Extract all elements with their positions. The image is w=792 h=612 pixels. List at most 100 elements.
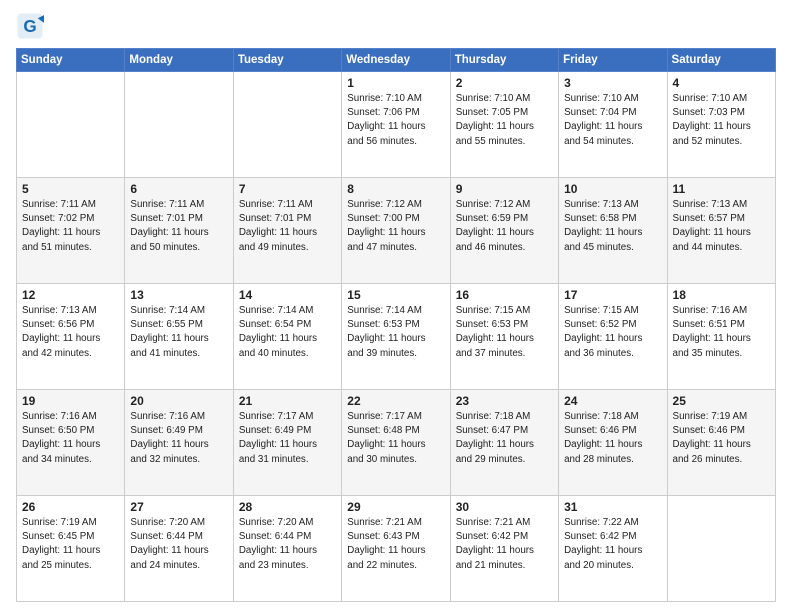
calendar-cell: 31 Sunrise: 7:22 AM Sunset: 6:42 PM Dayli… — [559, 496, 667, 602]
day-info: Sunrise: 7:18 AM Sunset: 6:47 PM Dayligh… — [456, 410, 553, 467]
calendar: SundayMondayTuesdayWednesdayThursdayFrid… — [16, 48, 776, 602]
day-info: Sunrise: 7:20 AM Sunset: 6:44 PM Dayligh… — [130, 516, 227, 573]
day-info: Sunrise: 7:12 AM Sunset: 6:59 PM Dayligh… — [456, 198, 553, 255]
weekday-header-thursday: Thursday — [450, 49, 558, 72]
calendar-cell: 10 Sunrise: 7:13 AM Sunset: 6:58 PM Dayli… — [559, 178, 667, 284]
calendar-cell: 1 Sunrise: 7:10 AM Sunset: 7:06 PM Daylig… — [342, 72, 450, 178]
logo: G — [16, 12, 48, 40]
day-number: 31 — [564, 500, 661, 514]
calendar-cell: 26Sunrise: 7:19 AM Sunset: 6:45 PM Dayli… — [17, 496, 125, 602]
day-number: 8 — [347, 182, 444, 196]
day-number: 6 — [130, 182, 227, 196]
day-number: 9 — [456, 182, 553, 196]
day-info: Sunrise: 7:10 AM Sunset: 7:04 PM Dayligh… — [564, 92, 661, 149]
calendar-cell: 2 Sunrise: 7:10 AM Sunset: 7:05 PM Daylig… — [450, 72, 558, 178]
day-number: 25 — [673, 394, 770, 408]
weekday-header-monday: Monday — [125, 49, 233, 72]
day-info: Sunrise: 7:10 AM Sunset: 7:05 PM Dayligh… — [456, 92, 553, 149]
day-info: Sunrise: 7:11 AM Sunset: 7:02 PM Dayligh… — [22, 198, 119, 255]
calendar-cell: 8 Sunrise: 7:12 AM Sunset: 7:00 PM Daylig… — [342, 178, 450, 284]
calendar-cell: 12 Sunrise: 7:13 AM Sunset: 6:56 PM Dayli… — [17, 284, 125, 390]
day-info: Sunrise: 7:19 AM Sunset: 6:45 PM Dayligh… — [22, 516, 119, 573]
calendar-cell: 18Sunrise: 7:16 AM Sunset: 6:51 PM Dayli… — [667, 284, 775, 390]
day-info: Sunrise: 7:15 AM Sunset: 6:52 PM Dayligh… — [564, 304, 661, 361]
calendar-cell: 15 Sunrise: 7:14 AM Sunset: 6:53 PM Dayli… — [342, 284, 450, 390]
weekday-header-saturday: Saturday — [667, 49, 775, 72]
day-info: Sunrise: 7:11 AM Sunset: 7:01 PM Dayligh… — [239, 198, 336, 255]
calendar-cell: 9 Sunrise: 7:12 AM Sunset: 6:59 PM Daylig… — [450, 178, 558, 284]
day-info: Sunrise: 7:16 AM Sunset: 6:49 PM Dayligh… — [130, 410, 227, 467]
day-info: Sunrise: 7:10 AM Sunset: 7:03 PM Dayligh… — [673, 92, 770, 149]
day-info: Sunrise: 7:21 AM Sunset: 6:43 PM Dayligh… — [347, 516, 444, 573]
day-number: 21 — [239, 394, 336, 408]
calendar-cell: 23Sunrise: 7:18 AM Sunset: 6:47 PM Dayli… — [450, 390, 558, 496]
calendar-cell: 19 Sunrise: 7:16 AM Sunset: 6:50 PM Dayli… — [17, 390, 125, 496]
day-info: Sunrise: 7:13 AM Sunset: 6:57 PM Dayligh… — [673, 198, 770, 255]
day-number: 5 — [22, 182, 119, 196]
weekday-header-sunday: Sunday — [17, 49, 125, 72]
calendar-cell: 24 Sunrise: 7:18 AM Sunset: 6:46 PM Dayli… — [559, 390, 667, 496]
calendar-cell: 4 Sunrise: 7:10 AM Sunset: 7:03 PM Daylig… — [667, 72, 775, 178]
day-info: Sunrise: 7:10 AM Sunset: 7:06 PM Dayligh… — [347, 92, 444, 149]
day-info: Sunrise: 7:22 AM Sunset: 6:42 PM Dayligh… — [564, 516, 661, 573]
day-number: 29 — [347, 500, 444, 514]
calendar-week-row: 5 Sunrise: 7:11 AM Sunset: 7:02 PM Daylig… — [17, 178, 776, 284]
day-info: Sunrise: 7:14 AM Sunset: 6:53 PM Dayligh… — [347, 304, 444, 361]
day-number: 7 — [239, 182, 336, 196]
calendar-cell: 28Sunrise: 7:20 AM Sunset: 6:44 PM Dayli… — [233, 496, 341, 602]
day-number: 19 — [22, 394, 119, 408]
day-info: Sunrise: 7:19 AM Sunset: 6:46 PM Dayligh… — [673, 410, 770, 467]
calendar-cell — [667, 496, 775, 602]
calendar-cell: 11 Sunrise: 7:13 AM Sunset: 6:57 PM Dayli… — [667, 178, 775, 284]
weekday-header-row: SundayMondayTuesdayWednesdayThursdayFrid… — [17, 49, 776, 72]
day-number: 15 — [347, 288, 444, 302]
day-number: 3 — [564, 76, 661, 90]
day-info: Sunrise: 7:17 AM Sunset: 6:49 PM Dayligh… — [239, 410, 336, 467]
day-info: Sunrise: 7:18 AM Sunset: 6:46 PM Dayligh… — [564, 410, 661, 467]
calendar-cell: 16Sunrise: 7:15 AM Sunset: 6:53 PM Dayli… — [450, 284, 558, 390]
calendar-week-row: 12 Sunrise: 7:13 AM Sunset: 6:56 PM Dayli… — [17, 284, 776, 390]
logo-icon: G — [16, 12, 44, 40]
calendar-cell: 14Sunrise: 7:14 AM Sunset: 6:54 PM Dayli… — [233, 284, 341, 390]
calendar-cell: 27 Sunrise: 7:20 AM Sunset: 6:44 PM Dayli… — [125, 496, 233, 602]
day-info: Sunrise: 7:20 AM Sunset: 6:44 PM Dayligh… — [239, 516, 336, 573]
day-number: 30 — [456, 500, 553, 514]
calendar-cell: 13Sunrise: 7:14 AM Sunset: 6:55 PM Dayli… — [125, 284, 233, 390]
day-info: Sunrise: 7:11 AM Sunset: 7:01 PM Dayligh… — [130, 198, 227, 255]
day-number: 27 — [130, 500, 227, 514]
page: G SundayMondayTuesdayWednesdayThursdayFr… — [0, 0, 792, 612]
header: G — [16, 12, 776, 40]
day-info: Sunrise: 7:16 AM Sunset: 6:50 PM Dayligh… — [22, 410, 119, 467]
weekday-header-friday: Friday — [559, 49, 667, 72]
weekday-header-tuesday: Tuesday — [233, 49, 341, 72]
day-number: 4 — [673, 76, 770, 90]
calendar-cell: 21 Sunrise: 7:17 AM Sunset: 6:49 PM Dayli… — [233, 390, 341, 496]
calendar-week-row: 26Sunrise: 7:19 AM Sunset: 6:45 PM Dayli… — [17, 496, 776, 602]
day-number: 22 — [347, 394, 444, 408]
calendar-cell: 30 Sunrise: 7:21 AM Sunset: 6:42 PM Dayli… — [450, 496, 558, 602]
day-info: Sunrise: 7:21 AM Sunset: 6:42 PM Dayligh… — [456, 516, 553, 573]
calendar-cell — [233, 72, 341, 178]
day-number: 24 — [564, 394, 661, 408]
day-info: Sunrise: 7:17 AM Sunset: 6:48 PM Dayligh… — [347, 410, 444, 467]
svg-text:G: G — [23, 17, 36, 36]
day-number: 12 — [22, 288, 119, 302]
calendar-cell — [125, 72, 233, 178]
day-number: 1 — [347, 76, 444, 90]
day-number: 2 — [456, 76, 553, 90]
calendar-cell: 20 Sunrise: 7:16 AM Sunset: 6:49 PM Dayli… — [125, 390, 233, 496]
day-info: Sunrise: 7:13 AM Sunset: 6:58 PM Dayligh… — [564, 198, 661, 255]
calendar-cell — [17, 72, 125, 178]
day-info: Sunrise: 7:14 AM Sunset: 6:55 PM Dayligh… — [130, 304, 227, 361]
day-number: 17 — [564, 288, 661, 302]
day-number: 11 — [673, 182, 770, 196]
calendar-cell: 6 Sunrise: 7:11 AM Sunset: 7:01 PM Daylig… — [125, 178, 233, 284]
day-info: Sunrise: 7:13 AM Sunset: 6:56 PM Dayligh… — [22, 304, 119, 361]
day-number: 14 — [239, 288, 336, 302]
day-number: 10 — [564, 182, 661, 196]
day-number: 20 — [130, 394, 227, 408]
day-info: Sunrise: 7:12 AM Sunset: 7:00 PM Dayligh… — [347, 198, 444, 255]
day-info: Sunrise: 7:15 AM Sunset: 6:53 PM Dayligh… — [456, 304, 553, 361]
calendar-cell: 17 Sunrise: 7:15 AM Sunset: 6:52 PM Dayli… — [559, 284, 667, 390]
day-info: Sunrise: 7:16 AM Sunset: 6:51 PM Dayligh… — [673, 304, 770, 361]
